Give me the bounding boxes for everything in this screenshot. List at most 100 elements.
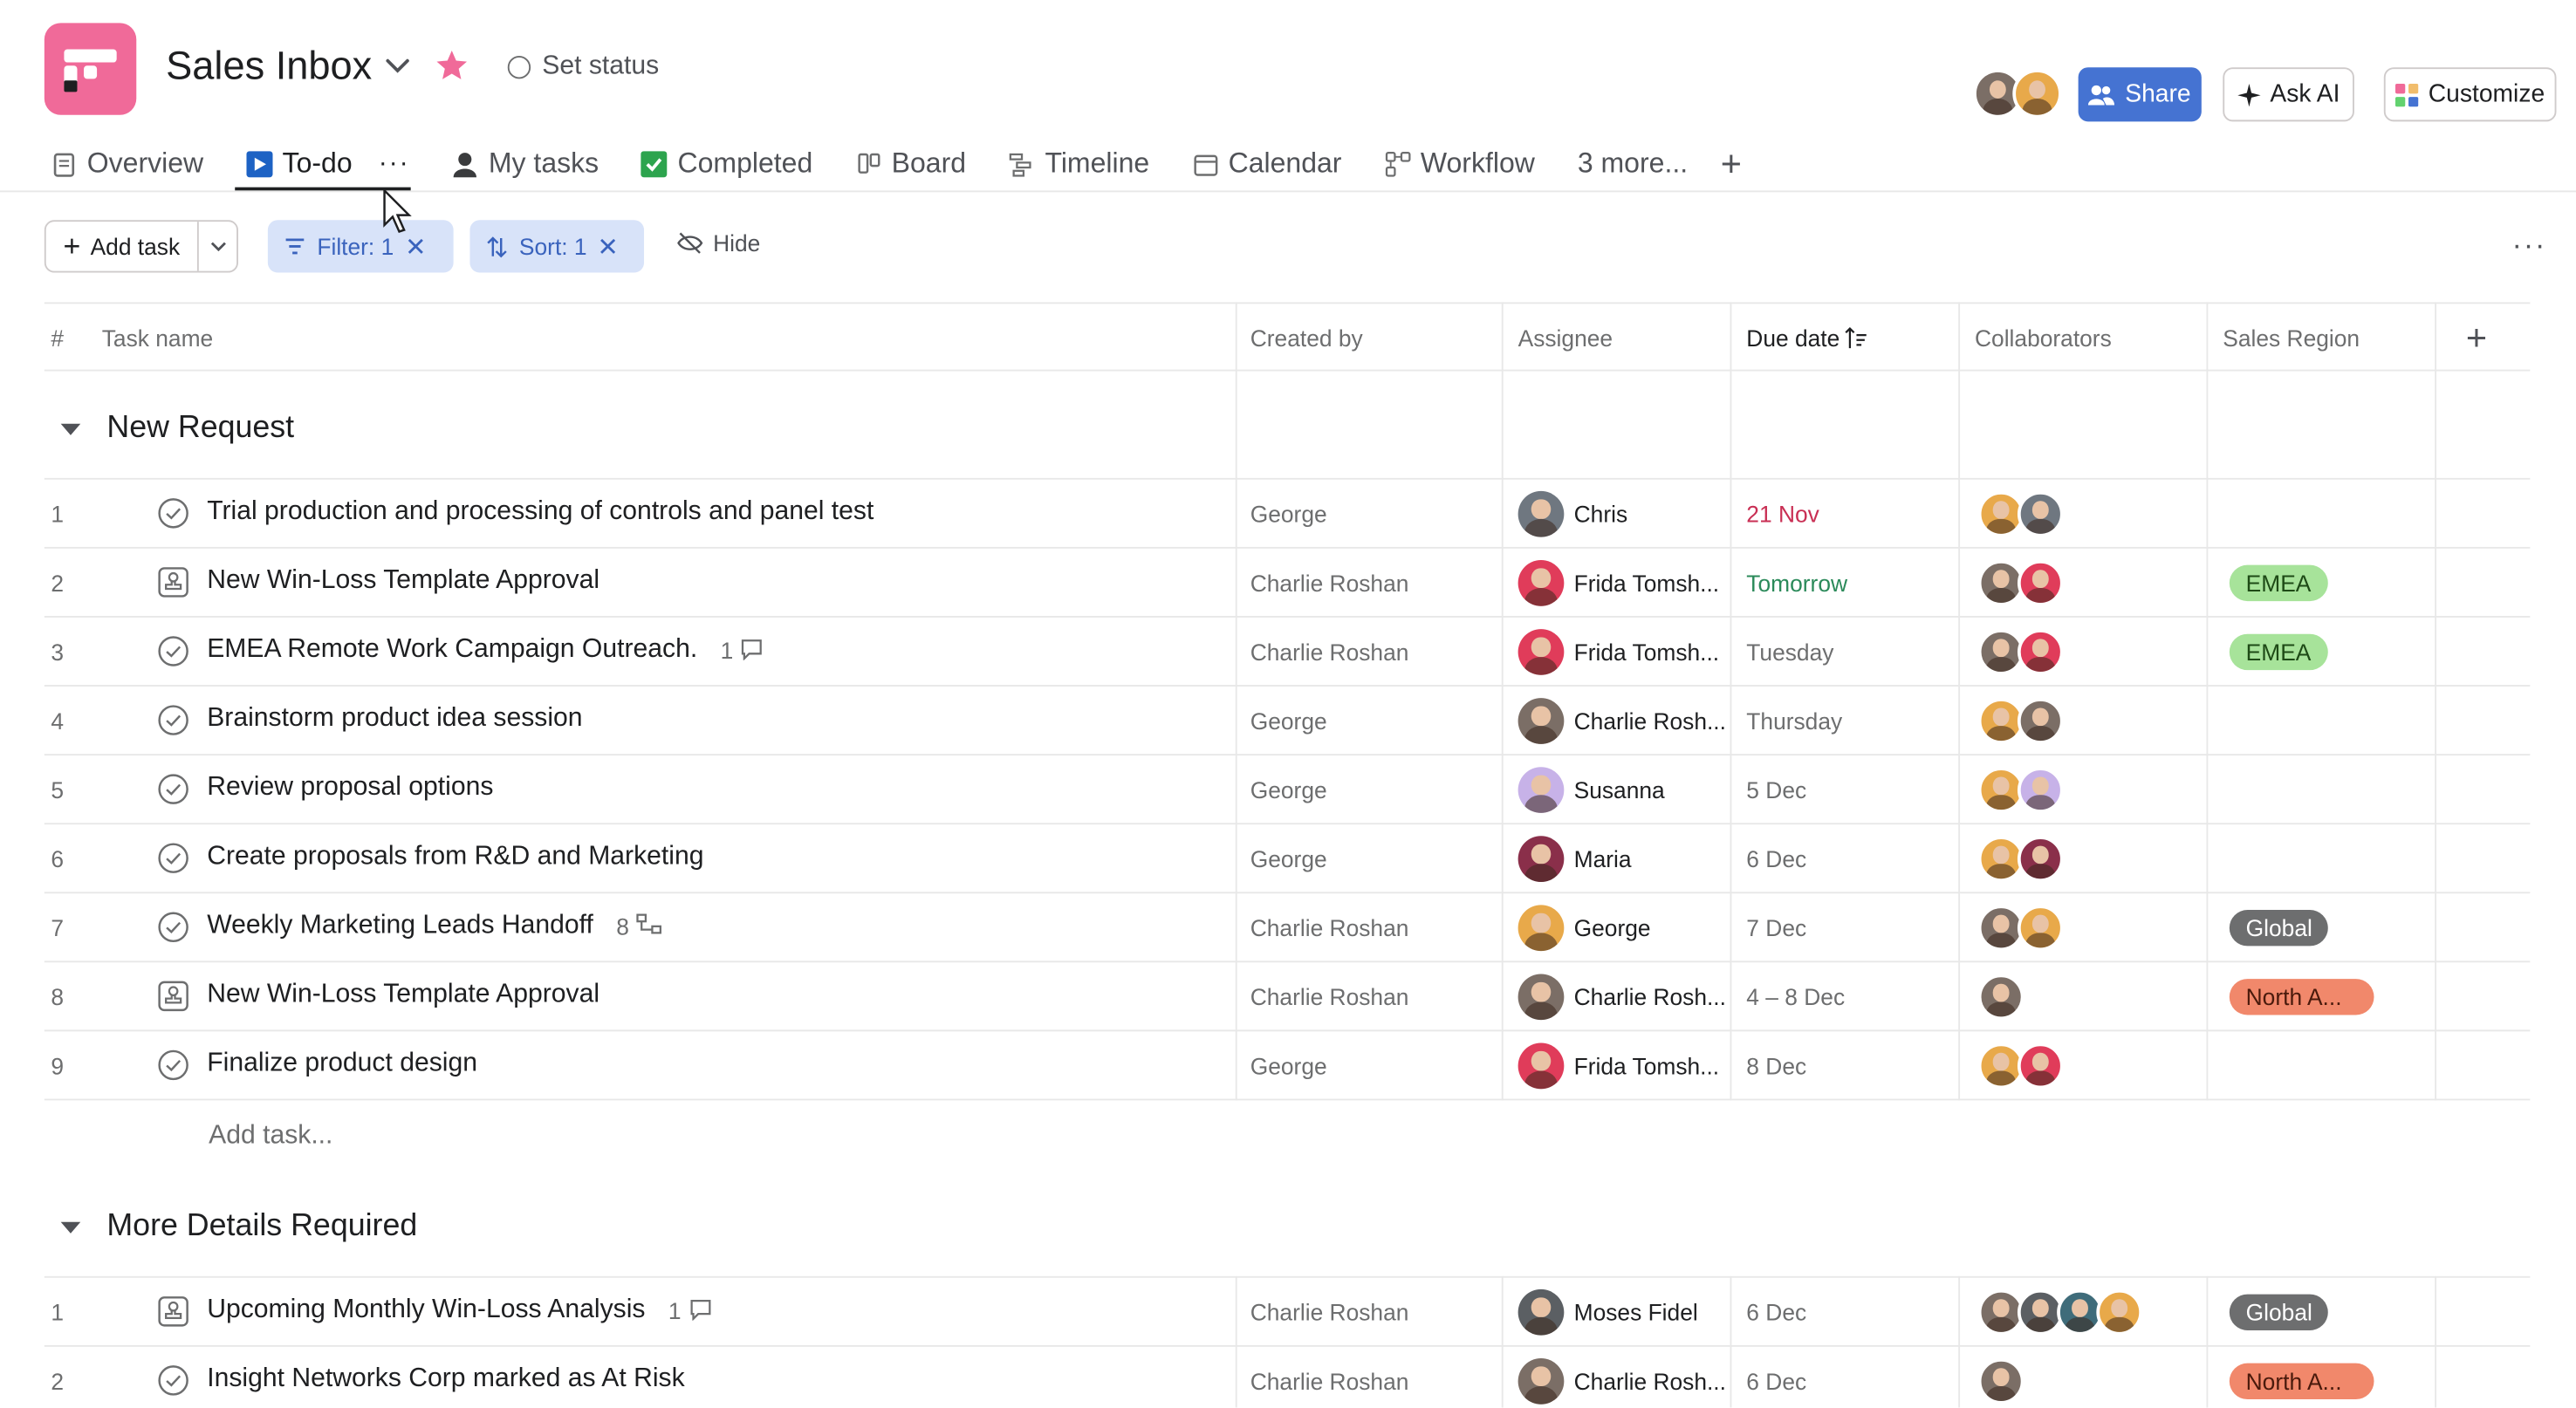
- task-name[interactable]: Trial production and processing of contr…: [207, 497, 874, 527]
- table-row[interactable]: 1 Trial production and processing of cont…: [44, 480, 2531, 549]
- collapse-triangle-icon[interactable]: [60, 422, 81, 434]
- assignee-cell[interactable]: Charlie Rosh...: [1518, 974, 1726, 1021]
- collaborators-cell[interactable]: [1977, 974, 2024, 1021]
- check-circle-icon[interactable]: [158, 1365, 189, 1397]
- column-header-created-by[interactable]: Created by: [1250, 325, 1363, 352]
- tab-workflow[interactable]: Workflow: [1384, 141, 1535, 188]
- due-date-cell[interactable]: 5 Dec: [1746, 777, 1806, 803]
- collaborators-cell[interactable]: [1977, 698, 2064, 744]
- section-header-more-details-required[interactable]: More Details Required: [60, 1209, 418, 1245]
- column-header-task-name[interactable]: Task name: [102, 325, 213, 352]
- due-date-cell[interactable]: 8 Dec: [1746, 1053, 1806, 1079]
- assignee-cell[interactable]: Charlie Rosh...: [1518, 1357, 1726, 1405]
- share-button[interactable]: Share: [2078, 67, 2202, 122]
- tab-completed[interactable]: Completed: [641, 141, 812, 188]
- collaborators-cell[interactable]: [1977, 836, 2064, 883]
- sales-region-tag[interactable]: EMEA: [2229, 633, 2328, 671]
- assignee-cell[interactable]: Chris: [1518, 490, 1627, 537]
- task-name[interactable]: Finalize product design: [207, 1049, 477, 1079]
- due-date-cell[interactable]: Tomorrow: [1746, 570, 1847, 596]
- sales-region-tag[interactable]: North A...: [2229, 1363, 2374, 1400]
- collaborators-cell[interactable]: [1977, 629, 2064, 675]
- assignee-cell[interactable]: Frida Tomsh...: [1518, 560, 1719, 606]
- collaborators-cell[interactable]: [1977, 1357, 2024, 1405]
- table-row[interactable]: 6 Create proposals from R&D and Marketing…: [44, 824, 2531, 894]
- column-header-sales-region[interactable]: Sales Region: [2223, 325, 2360, 352]
- task-meta-count[interactable]: 1: [668, 1296, 712, 1324]
- check-circle-icon[interactable]: [158, 774, 189, 805]
- customize-button[interactable]: Customize: [2383, 67, 2557, 122]
- check-circle-icon[interactable]: [158, 636, 189, 667]
- collapse-triangle-icon[interactable]: [60, 1220, 81, 1233]
- collaborators-cell[interactable]: [1977, 905, 2064, 952]
- approval-icon[interactable]: [158, 981, 189, 1012]
- column-header-due-date[interactable]: Due date: [1746, 325, 1867, 352]
- due-date-cell[interactable]: 6 Dec: [1746, 1299, 1806, 1325]
- task-name[interactable]: Review proposal options: [207, 774, 493, 803]
- set-status-button[interactable]: Set status: [507, 52, 659, 82]
- task-meta-count[interactable]: 1: [721, 637, 764, 665]
- close-icon[interactable]: [405, 236, 425, 256]
- project-title[interactable]: Sales Inbox: [166, 44, 372, 91]
- tab-timeline[interactable]: Timeline: [1009, 141, 1149, 188]
- due-date-cell[interactable]: 21 Nov: [1746, 501, 1819, 527]
- tab-calendar[interactable]: Calendar: [1192, 141, 1341, 188]
- project-members[interactable]: [1973, 69, 2062, 119]
- sort-chip[interactable]: Sort: 1: [469, 220, 645, 273]
- due-date-cell[interactable]: 4 – 8 Dec: [1746, 984, 1845, 1010]
- tab-overview[interactable]: Overview: [51, 141, 203, 188]
- tab-board[interactable]: Board: [855, 141, 966, 188]
- column-header-collaborators[interactable]: Collaborators: [1975, 325, 2112, 352]
- add-task-dropdown[interactable]: [199, 222, 236, 270]
- chevron-down-icon[interactable]: [383, 51, 413, 80]
- check-circle-icon[interactable]: [158, 497, 189, 529]
- task-name[interactable]: EMEA Remote Work Campaign Outreach. 1: [207, 636, 764, 666]
- ask-ai-button[interactable]: Ask AI: [2223, 67, 2354, 122]
- assignee-cell[interactable]: Moses Fidel: [1518, 1288, 1698, 1336]
- table-row[interactable]: 1 Upcoming Monthly Win-Loss Analysis 1 Char…: [44, 1278, 2531, 1347]
- project-logo-icon[interactable]: [44, 23, 137, 115]
- tab-my-tasks[interactable]: My tasks: [452, 141, 599, 188]
- table-row[interactable]: 9 Finalize product design George Frida Toms…: [44, 1031, 2531, 1101]
- close-icon[interactable]: [599, 236, 619, 256]
- approval-icon[interactable]: [158, 567, 189, 598]
- assignee-cell[interactable]: Susanna: [1518, 767, 1665, 813]
- check-circle-icon[interactable]: [158, 912, 189, 943]
- table-row[interactable]: 5 Review proposal options George Susanna 5 D…: [44, 755, 2531, 825]
- check-circle-icon[interactable]: [158, 705, 189, 736]
- task-meta-count[interactable]: 8: [616, 912, 661, 940]
- task-name[interactable]: New Win-Loss Template Approval: [207, 981, 599, 1010]
- check-circle-icon[interactable]: [158, 1049, 189, 1081]
- collaborators-cell[interactable]: [1977, 1288, 2143, 1336]
- table-row[interactable]: 4 Brainstorm product idea session George Ch…: [44, 687, 2531, 756]
- task-name[interactable]: New Win-Loss Template Approval: [207, 567, 599, 597]
- task-name[interactable]: Create proposals from R&D and Marketing: [207, 843, 703, 872]
- sales-region-tag[interactable]: EMEA: [2229, 564, 2328, 602]
- column-header-assignee[interactable]: Assignee: [1518, 325, 1613, 352]
- assignee-cell[interactable]: Maria: [1518, 836, 1632, 883]
- collaborators-cell[interactable]: [1977, 1042, 2064, 1090]
- add-task-inline[interactable]: Add task...: [209, 1122, 332, 1152]
- due-date-cell[interactable]: 7 Dec: [1746, 915, 1806, 941]
- add-column-plus-icon[interactable]: +: [2466, 317, 2487, 359]
- add-tab-plus-icon[interactable]: +: [1721, 141, 1742, 188]
- assignee-cell[interactable]: George: [1518, 905, 1651, 952]
- filter-chip[interactable]: Filter: 1: [267, 220, 454, 273]
- tab-todo[interactable]: To-do ···: [246, 141, 409, 188]
- table-row[interactable]: 8 New Win-Loss Template Approval Charlie R…: [44, 962, 2531, 1032]
- sales-region-tag[interactable]: Global: [2229, 910, 2329, 947]
- due-date-cell[interactable]: Tuesday: [1746, 639, 1833, 665]
- more-options-icon[interactable]: ···: [2512, 229, 2547, 263]
- collaborators-cell[interactable]: [1977, 560, 2064, 606]
- table-row[interactable]: 2 New Win-Loss Template Approval Charlie R…: [44, 549, 2531, 618]
- tab-more[interactable]: 3 more...: [1578, 141, 1688, 188]
- task-name[interactable]: Upcoming Monthly Win-Loss Analysis 1: [207, 1295, 712, 1325]
- section-header-new-request[interactable]: New Request: [60, 411, 294, 447]
- collaborators-cell[interactable]: [1977, 767, 2064, 813]
- check-circle-icon[interactable]: [158, 843, 189, 874]
- task-name[interactable]: Insight Networks Corp marked as At Risk: [207, 1365, 684, 1395]
- sales-region-tag[interactable]: North A...: [2229, 979, 2374, 1015]
- sales-region-tag[interactable]: Global: [2229, 1294, 2329, 1330]
- add-task-button[interactable]: + Add task: [46, 222, 199, 271]
- task-name[interactable]: Brainstorm product idea session: [207, 705, 582, 735]
